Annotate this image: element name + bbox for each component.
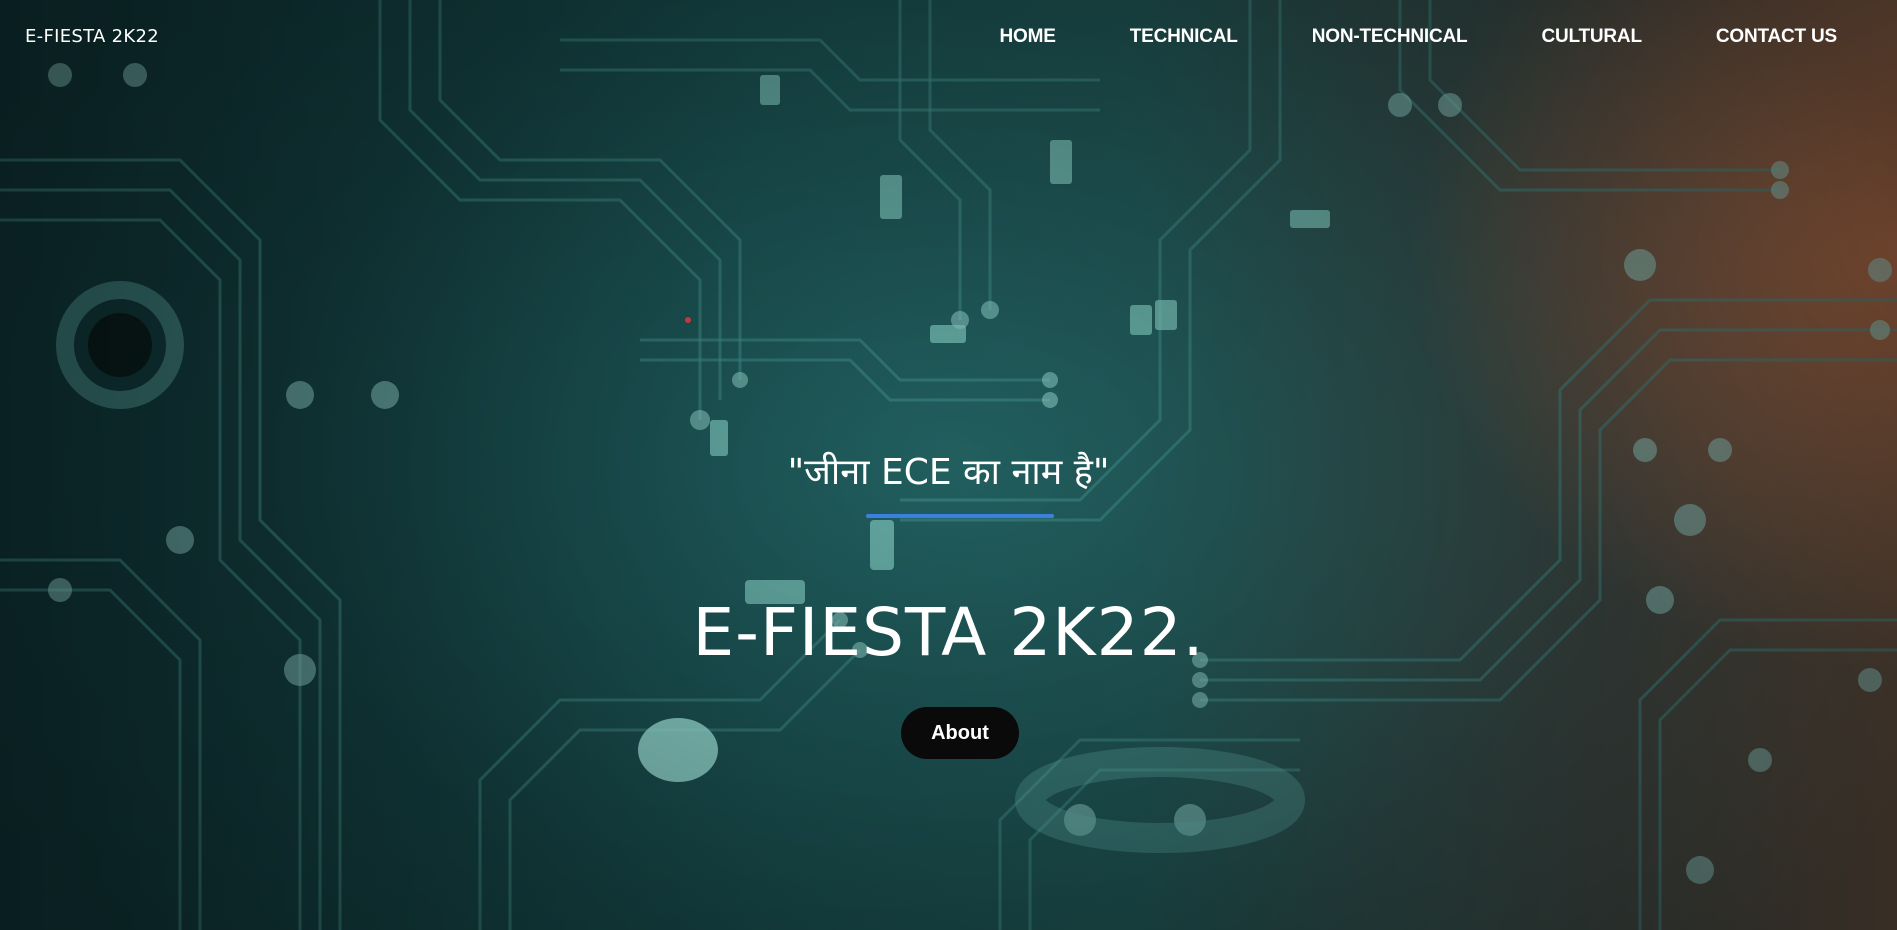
- about-button[interactable]: About: [901, 707, 1019, 759]
- hero-title: E-FIESTA 2K22.: [692, 594, 1205, 671]
- navbar: E-FIESTA 2K22 HOME TECHNICAL NON-TECHNIC…: [0, 0, 1897, 76]
- hero-tagline: "जीना ECE का नाम है": [787, 452, 1110, 493]
- nav-link-technical[interactable]: TECHNICAL: [1130, 26, 1238, 48]
- tagline-underline: [866, 514, 1054, 518]
- nav-link-non-technical[interactable]: NON-TECHNICAL: [1312, 26, 1468, 48]
- nav-link-contact-us[interactable]: CONTACT US: [1716, 26, 1837, 48]
- brand-logo-link[interactable]: E-FIESTA 2K22: [25, 26, 159, 47]
- nav-links: HOME TECHNICAL NON-TECHNICAL CULTURAL CO…: [926, 26, 1838, 48]
- nav-link-cultural[interactable]: CULTURAL: [1541, 26, 1642, 48]
- nav-link-home[interactable]: HOME: [1000, 26, 1056, 48]
